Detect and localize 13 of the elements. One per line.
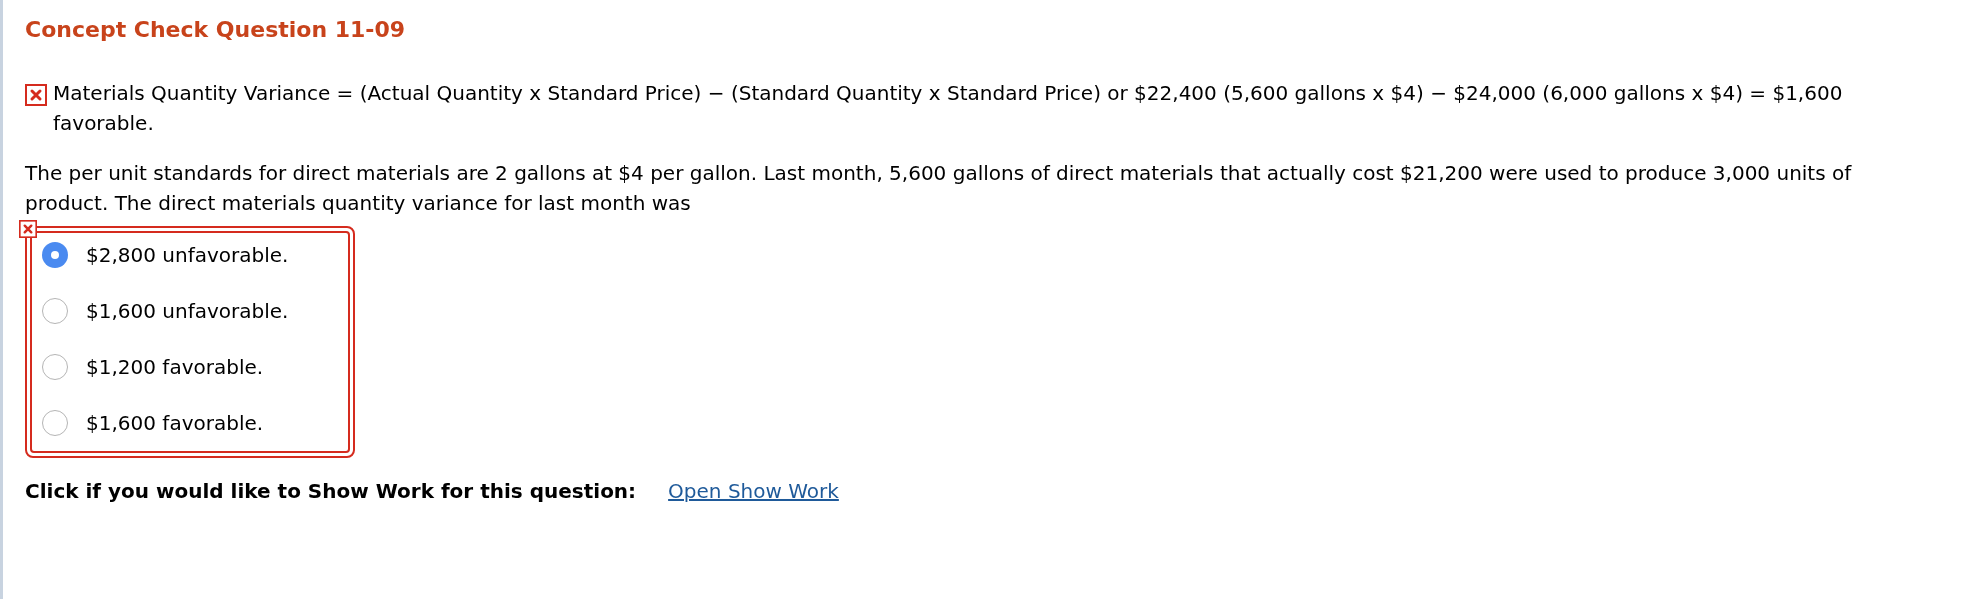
radio-button[interactable]	[42, 410, 68, 436]
option-label: $1,600 favorable.	[86, 410, 264, 437]
feedback-text: Materials Quantity Variance = (Actual Quantity x Standard Price) − (Standard Quantity x Standard Price) or $22,400 (5,600 gallons x $4) − $24,000 (6,000 gallons x $4) = $1,600 favorable.	[53, 80, 1844, 137]
radio-button[interactable]	[42, 354, 68, 380]
option-label: $1,200 favorable.	[86, 354, 264, 381]
option-label: $1,600 unfavorable.	[86, 298, 289, 325]
show-work-prompt: Click if you would like to Show Work for this question:	[25, 478, 637, 505]
radio-button[interactable]	[42, 242, 68, 268]
option-label: $2,800 unfavorable.	[86, 242, 289, 269]
radio-button[interactable]	[42, 298, 68, 324]
question-title: Concept Check Question 11-09	[25, 16, 407, 44]
question-text: The per unit standards for direct materials are 2 gallons at $4 per gallon. Last month, 5,600 gallons of direct materials that actually cost $21,200 were used to produce 3,000 units of product. The direct materials quantity variance for last month was	[25, 160, 1853, 217]
open-show-work-link[interactable]: Open Show Work	[668, 476, 839, 506]
